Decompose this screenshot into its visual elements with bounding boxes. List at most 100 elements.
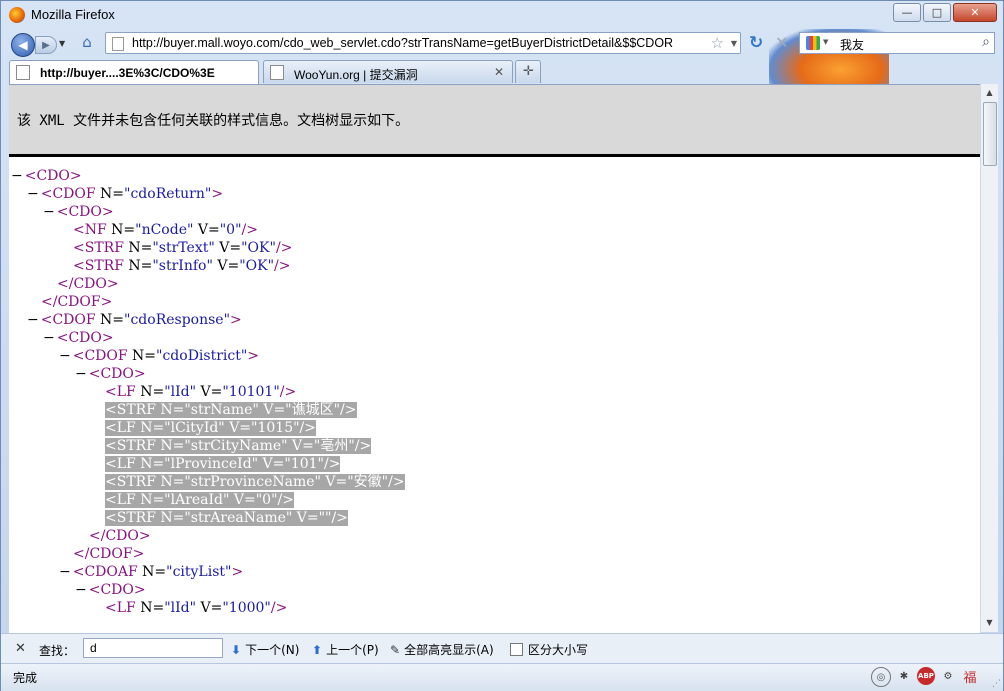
window-title: Mozilla Firefox [31,7,115,22]
collapse-toggle[interactable]: − [11,168,23,184]
home-icon: ⌂ [82,33,92,51]
maximize-button[interactable]: □ [923,3,951,22]
url-dropdown-icon[interactable]: ▼ [731,39,737,48]
tree-line: − <CDO> [43,330,114,346]
scroll-thumb[interactable] [983,102,997,166]
tree-line: − <CDOAF N="cityList"> [59,564,244,580]
page-icon [16,65,30,80]
xml-info-text: 该 XML 文件并未包含任何关联的样式信息。文档树显示如下。 [17,113,410,129]
search-engine-icon[interactable] [806,36,820,50]
scroll-down-icon[interactable]: ▼ [982,615,997,631]
collapse-toggle[interactable]: − [59,348,71,364]
tree-line: <STRF N="strText" V="OK"/> [73,240,293,256]
tab-wooyun[interactable]: WooYun.org | 提交漏洞 ✕ [263,60,513,83]
window-controls: — □ ✕ [891,3,997,22]
find-label: 查找： [39,644,76,658]
search-box[interactable]: ▼ 我友 ⌕ [799,32,995,54]
collapse-toggle[interactable]: − [59,564,71,580]
title-bar: Mozilla Firefox — □ ✕ [1,1,1003,29]
history-dropdown-icon[interactable]: ▼ [59,39,65,48]
arrow-up-icon: ⬆ [312,643,323,657]
reload-button[interactable]: ↻ [749,33,763,53]
search-engine-dropdown-icon[interactable]: ▼ [823,38,828,46]
find-bar: ✕ 查找： d ⬇ 下一个(N) ⬆ 上一个(P) ✎ 全部高亮显示(A) 区分大小写 [1,633,1003,664]
tree-line: − <CDOF N="cdoReturn"> [27,186,224,202]
new-tab-button[interactable]: ✛ [515,60,541,83]
tree-line: − <CDO> [11,168,82,184]
tree-line-selected: <LF N="lProvinceId" V="101"/> [105,456,341,472]
tree-line-selected: <STRF N="strProvinceName" V="安徽"/> [105,474,405,490]
close-tab-icon[interactable]: ✕ [494,65,504,79]
browser-window: Mozilla Firefox — □ ✕ ◀ ▶ ▼ ⌂ http://buy… [0,0,1004,691]
find-previous-button[interactable]: ⬆ 上一个(P) [312,641,379,658]
highlight-all-button[interactable]: ✎ 全部高亮显示(A) [390,641,494,658]
status-bar: 完成 ◎ ✱ ABP ⚙ 福 ⋰ [1,663,1003,691]
arrow-down-icon: ⬇ [231,643,242,657]
arrow-right-icon: ▶ [42,39,50,51]
bookmark-star-icon[interactable]: ☆ [711,34,724,52]
vertical-scrollbar[interactable]: ▲ ▼ [980,84,998,632]
navigation-toolbar: ◀ ▶ ▼ ⌂ http://buyer.mall.woyo.com/cdo_w… [5,30,999,60]
find-next-button[interactable]: ⬇ 下一个(N) [231,641,299,658]
search-input[interactable]: 我友 [840,36,864,53]
stop-icon: ✕ [775,33,789,52]
addon-globe-icon[interactable]: ◎ [871,667,891,687]
tree-line: <NF N="nCode" V="0"/> [73,222,258,238]
collapse-toggle[interactable]: − [75,366,87,382]
tree-line: </CDO> [57,276,119,292]
minimize-button[interactable]: — [893,3,921,22]
tree-line-selected: <LF N="lCityId" V="1015"/> [105,420,316,436]
adblock-icon[interactable]: ABP [917,667,935,685]
tab-xml-response[interactable]: http://buyer....3E%3C/CDO%3E [9,60,259,85]
forward-button[interactable]: ▶ [35,36,57,54]
tab-label: http://buyer....3E%3C/CDO%3E [40,66,215,80]
back-forward-group: ◀ ▶ ▼ [11,33,67,57]
close-find-icon[interactable]: ✕ [15,641,26,656]
plus-icon: ✛ [523,64,534,79]
tree-line: − <CDO> [75,582,146,598]
reload-icon: ↻ [749,33,764,53]
tree-line: − <CDOF N="cdoResponse"> [27,312,242,328]
tree-line-selected: <LF N="lAreaId" V="0"/> [105,492,294,508]
find-input[interactable]: d [83,638,223,658]
tree-line-selected: <STRF N="strName" V="谯城区"/> [105,402,357,418]
firebug-icon[interactable]: ✱ [895,667,913,685]
collapse-toggle[interactable]: − [75,582,87,598]
collapse-toggle[interactable]: − [43,330,55,346]
resize-grip-icon[interactable]: ⋰ [992,679,1001,689]
scroll-up-icon[interactable]: ▲ [982,85,997,101]
status-text: 完成 [13,671,38,685]
highlighter-icon: ✎ [390,643,401,657]
home-button[interactable]: ⌂ [77,33,97,53]
tree-line-selected: <STRF N="strCityName" V="亳州"/> [105,438,372,454]
tree-line: − <CDOF N="cdoDistrict"> [59,348,260,364]
collapse-toggle[interactable]: − [27,312,39,328]
tree-line: − <CDO> [75,366,146,382]
tree-line: <LF N="lId" V="1000"/> [105,600,288,616]
match-case-label[interactable]: 区分大小写 [528,641,588,658]
url-bar[interactable]: http://buyer.mall.woyo.com/cdo_web_servl… [105,32,741,54]
collapse-toggle[interactable]: − [27,186,39,202]
magnifier-icon[interactable]: ⌕ [982,34,990,50]
tab-label: WooYun.org | 提交漏洞 [294,68,418,82]
url-text[interactable]: http://buyer.mall.woyo.com/cdo_web_servl… [132,36,673,50]
arrow-left-icon: ◀ [18,38,28,52]
tree-line-selected: <STRF N="strAreaName" V=""/> [105,510,348,526]
stop-button[interactable]: ✕ [775,33,788,52]
close-button[interactable]: ✕ [953,3,997,22]
fortune-icon[interactable]: 福 [961,667,979,686]
match-case-checkbox[interactable] [510,643,523,656]
back-button[interactable]: ◀ [11,33,35,57]
firefox-logo-icon [9,7,25,23]
tree-line: <STRF N="strInfo" V="OK"/> [73,258,291,274]
xml-info-banner: 该 XML 文件并未包含任何关联的样式信息。文档树显示如下。 [9,85,980,157]
tools-icon[interactable]: ⚙ [939,667,957,685]
collapse-toggle[interactable]: − [43,204,55,220]
tree-line: <LF N="lId" V="10101"/> [105,384,297,400]
tree-line: </CDO> [89,528,151,544]
page-icon [270,65,284,80]
page-content: 该 XML 文件并未包含任何关联的样式信息。文档树显示如下。 − <CDO> − <… [9,84,980,633]
tree-line: </CDOF> [41,294,113,310]
tree-line: − <CDO> [43,204,114,220]
tree-line: </CDOF> [73,546,145,562]
